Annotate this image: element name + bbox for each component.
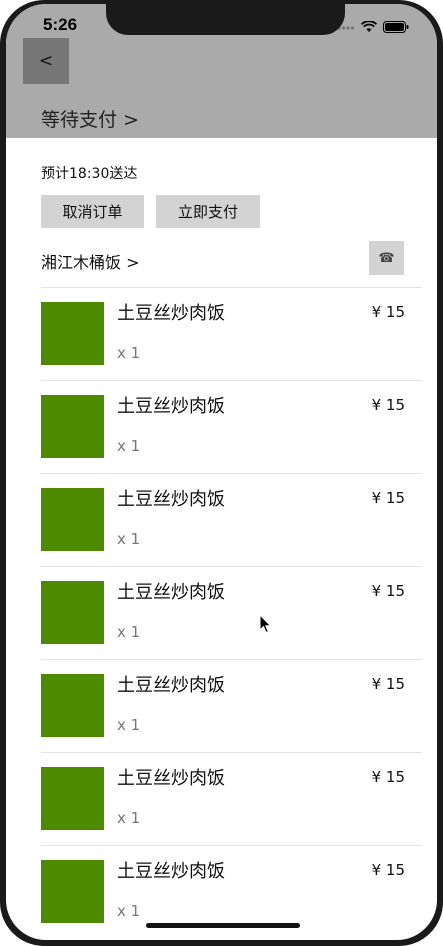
item-price: ¥ 15 [371,675,405,693]
status-icons [337,18,409,37]
item-name: 土豆丝炒肉饭 [117,489,225,510]
screen: 5:26 < 等待支付 > 预计18:30送达 取消订单 立即支付 湘江木桶饭 … [6,4,437,940]
item-thumbnail [41,674,104,737]
item-thumbnail [41,395,104,458]
cancel-order-button[interactable]: 取消订单 [41,195,144,228]
header: 5:26 < 等待支付 > [6,4,437,138]
device-notch [106,4,345,35]
item-quantity: x 1 [117,623,141,641]
list-item[interactable]: 土豆丝炒肉饭 ¥ 15 x 1 [41,287,422,380]
item-price: ¥ 15 [371,489,405,507]
item-quantity: x 1 [117,437,141,455]
phone-icon: ☎ [378,250,395,266]
item-name: 土豆丝炒肉饭 [117,303,225,324]
item-price: ¥ 15 [371,303,405,321]
item-name: 土豆丝炒肉饭 [117,396,225,417]
list-item[interactable]: 土豆丝炒肉饭 ¥ 15 x 1 [41,566,422,659]
item-quantity: x 1 [117,716,141,734]
item-name: 土豆丝炒肉饭 [117,861,225,882]
back-button[interactable]: < [23,38,69,84]
item-quantity: x 1 [117,530,141,548]
item-quantity: x 1 [117,902,141,920]
item-price: ¥ 15 [371,861,405,879]
item-thumbnail [41,767,104,830]
item-thumbnail [41,581,104,644]
item-thumbnail [41,488,104,551]
list-item[interactable]: 土豆丝炒肉饭 ¥ 15 x 1 [41,659,422,752]
item-price: ¥ 15 [371,768,405,786]
list-item[interactable]: 土豆丝炒肉饭 ¥ 15 x 1 [41,380,422,473]
item-name: 土豆丝炒肉饭 [117,768,225,789]
home-indicator[interactable] [146,923,300,928]
list-item[interactable]: 土豆丝炒肉饭 ¥ 15 x 1 [41,752,422,845]
item-name: 土豆丝炒肉饭 [117,675,225,696]
item-price: ¥ 15 [371,582,405,600]
item-quantity: x 1 [117,809,141,827]
item-thumbnail [41,860,104,923]
order-status-title[interactable]: 等待支付 > [41,105,139,132]
item-quantity: x 1 [117,344,141,362]
order-item-list: 土豆丝炒肉饭 ¥ 15 x 1 土豆丝炒肉饭 ¥ 15 x 1 土豆丝炒肉饭 ¥… [41,287,422,938]
status-time: 5:26 [43,15,78,34]
battery-icon [383,18,409,37]
item-thumbnail [41,302,104,365]
shop-name-link[interactable]: 湘江木桶饭 > [41,249,140,273]
item-name: 土豆丝炒肉饭 [117,582,225,603]
delivery-eta: 预计18:30送达 [41,166,138,182]
wifi-icon [360,18,378,37]
call-shop-button[interactable]: ☎ [369,241,404,275]
item-price: ¥ 15 [371,396,405,414]
device-frame: 5:26 < 等待支付 > 预计18:30送达 取消订单 立即支付 湘江木桶饭 … [0,0,443,946]
pay-now-button[interactable]: 立即支付 [156,195,260,228]
list-item[interactable]: 土豆丝炒肉饭 ¥ 15 x 1 [41,473,422,566]
mouse-cursor-icon [259,613,273,638]
